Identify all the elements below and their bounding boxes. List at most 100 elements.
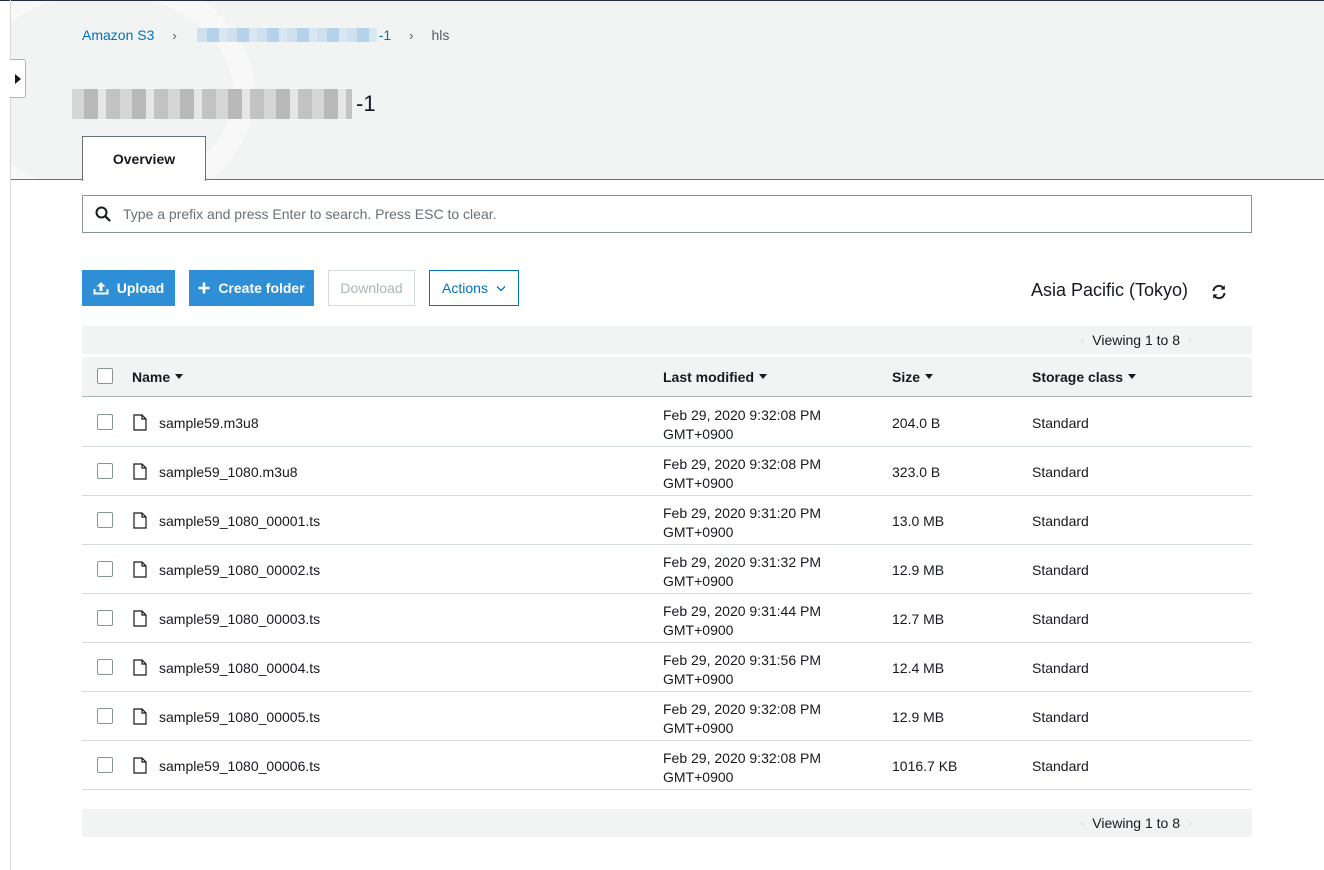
file-icon (133, 610, 147, 630)
tab-overview[interactable]: Overview (82, 136, 206, 181)
breadcrumb-bucket-suffix: -1 (378, 27, 392, 43)
last-modified-timezone: GMT+0900 (663, 769, 734, 785)
row-checkbox[interactable] (97, 757, 113, 773)
table-header: Name Last modified Size Storage class (82, 357, 1252, 397)
column-header-name-label: Name (132, 368, 171, 385)
breadcrumb: Amazon S3 › -1 › hls (82, 26, 449, 44)
previous-page-icon[interactable]: ‹ (1080, 816, 1084, 830)
table-row[interactable]: sample59_1080_00001.ts Feb 29, 2020 9:31:… (82, 496, 1252, 545)
breadcrumb-current: hls (431, 27, 450, 43)
file-icon (133, 659, 147, 679)
search-icon (83, 206, 123, 222)
last-modified-timezone: GMT+0900 (663, 475, 734, 491)
table-row[interactable]: sample59_1080_00004.ts Feb 29, 2020 9:31:… (82, 643, 1252, 692)
breadcrumb-bucket-link[interactable]: -1 (195, 27, 391, 43)
chevron-down-icon (496, 285, 506, 292)
file-name[interactable]: sample59_1080.m3u8 (159, 464, 298, 480)
last-modified-date: Feb 29, 2020 9:31:20 PM (663, 505, 821, 521)
search-bar (82, 195, 1252, 233)
last-modified-date: Feb 29, 2020 9:31:56 PM (663, 652, 821, 668)
last-modified-timezone: GMT+0900 (663, 720, 734, 736)
previous-page-icon[interactable]: ‹ (1080, 333, 1084, 347)
search-input[interactable] (123, 206, 1233, 222)
table-row[interactable]: sample59_1080_00006.ts Feb 29, 2020 9:32:… (82, 741, 1252, 790)
column-header-size[interactable]: Size (892, 357, 934, 396)
storage-class: Standard (1032, 415, 1089, 431)
row-checkbox[interactable] (97, 610, 113, 626)
file-icon (133, 512, 147, 532)
next-page-icon[interactable]: › (1188, 816, 1192, 830)
table-row[interactable]: sample59_1080_00005.ts Feb 29, 2020 9:32:… (82, 692, 1252, 741)
region-label: Asia Pacific (Tokyo) (1031, 280, 1189, 300)
sidebar-toggle-button[interactable] (10, 59, 26, 98)
page-title-suffix: -1 (356, 91, 376, 116)
plus-icon (198, 282, 210, 294)
page-title: -1 (72, 86, 376, 122)
viewing-count: Viewing 1 to 8 (1092, 332, 1180, 348)
file-icon (133, 463, 147, 483)
table-row[interactable]: sample59_1080_00002.ts Feb 29, 2020 9:31:… (82, 545, 1252, 594)
column-header-size-label: Size (892, 368, 921, 385)
last-modified-timezone: GMT+0900 (663, 622, 734, 638)
file-name[interactable]: sample59_1080_00002.ts (159, 562, 320, 578)
last-modified-date: Feb 29, 2020 9:31:44 PM (663, 603, 821, 619)
file-size: 12.9 MB (892, 709, 945, 725)
row-checkbox[interactable] (97, 463, 113, 479)
storage-class: Standard (1032, 758, 1089, 774)
column-header-name[interactable]: Name (132, 357, 184, 396)
create-folder-button-label: Create folder (218, 280, 305, 296)
file-name[interactable]: sample59_1080_00004.ts (159, 660, 320, 676)
file-size: 1016.7 KB (892, 758, 958, 774)
sort-caret-icon (175, 374, 184, 379)
breadcrumb-amazon-s3-link[interactable]: Amazon S3 (82, 27, 154, 43)
row-checkbox[interactable] (97, 659, 113, 675)
actions-dropdown-button[interactable]: Actions (429, 270, 519, 306)
file-name[interactable]: sample59_1080_00003.ts (159, 611, 320, 627)
row-checkbox[interactable] (97, 414, 113, 430)
file-size: 12.4 MB (892, 660, 945, 676)
last-modified-timezone: GMT+0900 (663, 671, 734, 687)
tab-bar-divider (11, 179, 1324, 180)
last-modified-timezone: GMT+0900 (663, 524, 734, 540)
upload-icon (93, 281, 109, 295)
pagination-bar-top: ‹ Viewing 1 to 8 › (82, 326, 1252, 354)
file-name[interactable]: sample59_1080_00005.ts (159, 709, 320, 725)
sort-caret-icon (759, 374, 768, 379)
actions-button-label: Actions (442, 280, 488, 296)
last-modified: Feb 29, 2020 9:32:08 PM GMT+0900 (663, 700, 821, 738)
upload-button-label: Upload (116, 280, 165, 296)
table-row[interactable]: sample59_1080_00003.ts Feb 29, 2020 9:31:… (82, 594, 1252, 643)
file-name[interactable]: sample59_1080_00001.ts (159, 513, 320, 529)
refresh-icon[interactable] (1210, 283, 1228, 301)
storage-class: Standard (1032, 709, 1089, 725)
storage-class: Standard (1032, 562, 1089, 578)
last-modified: Feb 29, 2020 9:31:20 PM GMT+0900 (663, 504, 821, 542)
next-page-icon[interactable]: › (1188, 333, 1192, 347)
column-header-last-modified[interactable]: Last modified (663, 357, 768, 396)
last-modified: Feb 29, 2020 9:31:32 PM GMT+0900 (663, 553, 821, 591)
file-name[interactable]: sample59_1080_00006.ts (159, 758, 320, 774)
column-header-storage-class[interactable]: Storage class (1032, 357, 1137, 396)
redacted-bucket-title (72, 89, 352, 119)
left-rail-border (10, 0, 11, 870)
upload-button[interactable]: Upload (82, 270, 175, 306)
row-checkbox[interactable] (97, 561, 113, 577)
file-name[interactable]: sample59.m3u8 (159, 415, 259, 431)
viewing-count: Viewing 1 to 8 (1092, 815, 1180, 831)
table-row[interactable]: sample59.m3u8 Feb 29, 2020 9:32:08 PM GMT+… (82, 398, 1252, 447)
row-checkbox[interactable] (97, 708, 113, 724)
file-size: 12.9 MB (892, 562, 945, 578)
chevron-right-icon: › (172, 27, 177, 43)
last-modified-date: Feb 29, 2020 9:32:08 PM (663, 456, 821, 472)
select-all-checkbox[interactable] (97, 368, 113, 384)
last-modified: Feb 29, 2020 9:31:44 PM GMT+0900 (663, 602, 821, 640)
create-folder-button[interactable]: Create folder (189, 270, 314, 306)
row-checkbox[interactable] (97, 512, 113, 528)
table-row[interactable]: sample59_1080.m3u8 Feb 29, 2020 9:32:08 P… (82, 447, 1252, 496)
download-button[interactable]: Download (328, 270, 415, 306)
file-size: 12.7 MB (892, 611, 945, 627)
storage-class: Standard (1032, 464, 1089, 480)
last-modified: Feb 29, 2020 9:31:56 PM GMT+0900 (663, 651, 821, 689)
column-header-modified-label: Last modified (663, 368, 755, 385)
column-header-storage-label: Storage class (1032, 368, 1124, 385)
